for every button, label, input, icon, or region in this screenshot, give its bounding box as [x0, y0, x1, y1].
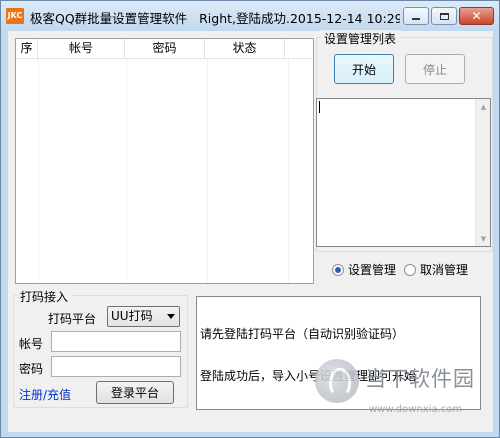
platform-label: 打码平台 — [48, 312, 97, 326]
column-header-password[interactable]: 密码 — [125, 39, 205, 59]
table-header: 序 帐号 密码 状态 — [16, 39, 313, 59]
column-header-status[interactable]: 状态 — [205, 39, 285, 59]
stop-button[interactable]: 停止 — [405, 54, 465, 84]
chevron-down-icon — [167, 314, 175, 319]
password-input[interactable] — [51, 356, 181, 377]
close-button[interactable]: ✕ — [459, 7, 494, 25]
radio-cancel-admin-label: 取消管理 — [420, 263, 469, 277]
grid-line — [288, 59, 289, 283]
watermark-title: 当下软件园 — [365, 367, 475, 391]
platform-selected-value: UU打码 — [111, 309, 153, 323]
radio-cancel-admin[interactable]: 取消管理 — [404, 261, 468, 278]
account-label: 帐号 — [19, 337, 44, 351]
title-status: Right,登陆成功.2015-12-14 10:29:... — [199, 11, 400, 26]
app-logo-icon: JKC — [6, 8, 24, 24]
platform-select[interactable]: UU打码 — [107, 306, 180, 327]
radio-unchecked-icon — [404, 263, 416, 276]
window-title: 极客QQ群批量设置管理软件 Right,登陆成功.2015-12-14 10:2… — [30, 8, 400, 27]
start-button[interactable]: 开始 — [334, 54, 394, 84]
radio-set-admin[interactable]: 设置管理 — [332, 261, 396, 278]
log-line: 请先登陆打码平台（自动识别验证码） — [200, 327, 405, 341]
list-scrollbar[interactable]: ▲ ▼ — [475, 99, 490, 246]
password-label: 密码 — [19, 362, 44, 376]
watermark-url: www.downxia.com — [369, 404, 463, 415]
settings-group-title: 设置管理列表 — [321, 30, 400, 47]
app-name: 极客QQ群批量设置管理软件 — [30, 11, 188, 26]
register-recharge-link[interactable]: 注册/充值 — [19, 386, 71, 403]
column-header-index[interactable]: 序 — [16, 39, 38, 59]
title-bar[interactable]: JKC 极客QQ群批量设置管理软件 Right,登陆成功.2015-12-14 … — [1, 1, 499, 31]
text-caret — [319, 101, 320, 113]
login-platform-button[interactable]: 登录平台 — [96, 381, 174, 404]
minimize-icon — [412, 18, 420, 20]
account-input[interactable] — [51, 331, 181, 352]
maximize-button[interactable] — [431, 7, 457, 25]
scroll-up-icon[interactable]: ▲ — [476, 99, 491, 114]
grid-line — [126, 59, 127, 283]
grid-line — [38, 59, 39, 283]
watermark-logo-icon — [315, 359, 359, 403]
radio-set-admin-label: 设置管理 — [348, 263, 397, 277]
captcha-group-title: 打码接入 — [17, 288, 72, 305]
grid-line — [207, 59, 208, 283]
column-header-filler — [285, 39, 313, 59]
column-header-account[interactable]: 帐号 — [38, 39, 125, 59]
maximize-icon — [439, 12, 449, 20]
account-table[interactable]: 序 帐号 密码 状态 — [15, 38, 314, 284]
minimize-button[interactable] — [403, 7, 429, 25]
scroll-down-icon[interactable]: ▼ — [476, 231, 491, 246]
radio-checked-icon — [332, 263, 344, 276]
app-window: JKC 极客QQ群批量设置管理软件 Right,登陆成功.2015-12-14 … — [0, 0, 500, 438]
group-list[interactable]: ▲ ▼ — [316, 98, 491, 247]
close-icon: ✕ — [471, 9, 482, 23]
